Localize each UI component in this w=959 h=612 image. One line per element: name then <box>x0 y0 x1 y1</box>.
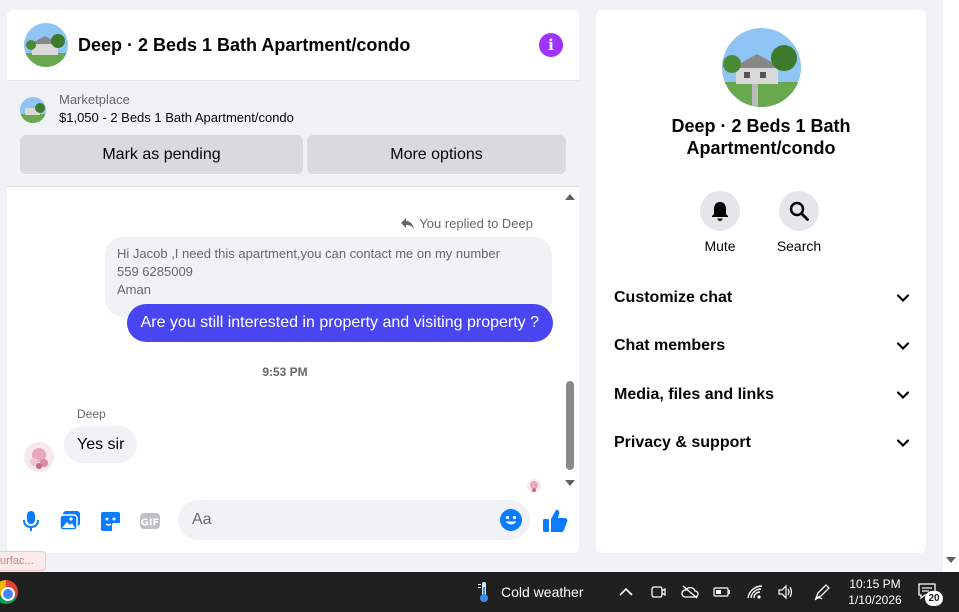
thumbs-up-icon[interactable] <box>542 508 568 534</box>
chevron-down-icon <box>896 342 910 351</box>
tooltip: urfac... <box>0 551 46 571</box>
chat-title[interactable]: Deep · 2 Beds 1 Bath Apartment/condo <box>78 35 539 56</box>
chat-header: Deep · 2 Beds 1 Bath Apartment/condo i <box>7 10 579 81</box>
listing-title[interactable]: $1,050 - 2 Beds 1 Bath Apartment/condo <box>59 108 294 128</box>
gif-icon[interactable]: GIF <box>139 510 161 532</box>
message-composer: GIF <box>7 500 579 542</box>
mute-button[interactable] <box>700 191 740 231</box>
section-label: Media, files and links <box>614 386 775 403</box>
weather-widget[interactable]: Cold weather <box>477 581 584 603</box>
chevron-up-icon[interactable] <box>617 583 635 601</box>
microphone-icon[interactable] <box>20 510 42 532</box>
taskbar: Cold weather 10:15 PM 1/10/2026 20 <box>0 572 959 612</box>
onedrive-offline-icon[interactable] <box>681 583 699 601</box>
page-scrollbar-track[interactable] <box>943 0 959 572</box>
customize-chat-section[interactable]: Customize chat <box>614 283 910 313</box>
clock-time: 10:15 PM <box>849 577 901 591</box>
sender-avatar[interactable] <box>24 442 54 472</box>
search-button[interactable] <box>779 191 819 231</box>
weather-label: Cold weather <box>501 584 584 600</box>
media-files-links-section[interactable]: Media, files and links <box>614 380 910 410</box>
section-label: Customize chat <box>614 289 733 306</box>
chevron-down-icon <box>896 294 910 303</box>
sender-name: Deep <box>77 407 106 421</box>
emoji-icon[interactable] <box>500 509 522 531</box>
replied-label: You replied to Deep <box>419 216 533 231</box>
listing-avatar[interactable] <box>24 23 68 67</box>
scroll-thumb[interactable] <box>566 381 574 470</box>
reply-icon <box>401 218 415 229</box>
quoted-line: Hi Jacob ,I need this apartment,you can … <box>117 246 500 261</box>
scroll-up-arrow[interactable] <box>565 194 575 200</box>
chat-panel: Deep · 2 Beds 1 Bath Apartment/condo i M… <box>7 10 579 553</box>
photo-icon[interactable] <box>59 510 81 532</box>
privacy-support-section[interactable]: Privacy & support <box>614 428 910 458</box>
info-icon[interactable]: i <box>539 33 563 57</box>
mark-as-pending-button[interactable]: Mark as pending <box>20 135 303 174</box>
info-title: Deep · 2 Beds 1 Bath Apartment/condo <box>671 116 851 158</box>
search-label: Search <box>776 238 822 254</box>
clock-date: 1/10/2026 <box>848 593 902 607</box>
more-options-button[interactable]: More options <box>307 135 566 174</box>
chevron-down-icon <box>896 439 910 448</box>
search-icon <box>789 201 809 221</box>
mute-action[interactable]: Mute <box>690 191 750 254</box>
seen-receipt-avatar <box>527 479 541 493</box>
battery-icon[interactable] <box>713 583 731 601</box>
marketplace-label: Marketplace <box>59 92 130 107</box>
page-scroll-down-arrow[interactable] <box>946 557 956 563</box>
mute-label: Mute <box>704 238 736 254</box>
incoming-message[interactable]: Yes sir <box>64 426 138 463</box>
wifi-icon[interactable] <box>746 583 764 601</box>
pen-menu-icon[interactable] <box>813 583 831 601</box>
svg-text:GIF: GIF <box>141 518 160 529</box>
quoted-line: Aman <box>117 282 151 297</box>
message-input[interactable] <box>178 500 530 540</box>
chrome-icon[interactable] <box>0 580 18 604</box>
meet-now-icon[interactable] <box>649 583 667 601</box>
thermometer-icon <box>478 582 488 602</box>
replied-indicator: You replied to Deep <box>401 216 533 231</box>
message-list: You replied to Deep Hi Jacob ,I need thi… <box>7 188 579 493</box>
scroll-down-arrow[interactable] <box>565 480 575 486</box>
marketplace-banner: Marketplace $1,050 - 2 Beds 1 Bath Apart… <box>7 81 579 187</box>
volume-icon[interactable] <box>777 583 795 601</box>
message-timestamp: 9:53 PM <box>262 365 308 379</box>
outgoing-message[interactable]: Are you still interested in property and… <box>126 304 553 342</box>
section-label: Privacy & support <box>614 434 751 451</box>
listing-thumbnail[interactable] <box>20 96 46 123</box>
chevron-down-icon <box>896 391 910 400</box>
sticker-icon[interactable] <box>99 510 121 532</box>
system-clock[interactable]: 10:15 PM 1/10/2026 <box>846 576 904 608</box>
notification-count-badge: 20 <box>925 591 943 606</box>
conversation-info-panel: Deep · 2 Beds 1 Bath Apartment/condo Mut… <box>596 10 926 553</box>
chat-members-section[interactable]: Chat members <box>614 331 910 361</box>
section-label: Chat members <box>614 337 726 354</box>
quoted-line: 559 6285009 <box>117 264 193 279</box>
message-scrollbar[interactable] <box>563 194 577 486</box>
search-action[interactable]: Search <box>769 191 829 254</box>
info-avatar[interactable] <box>722 28 801 107</box>
bell-icon <box>712 202 728 221</box>
